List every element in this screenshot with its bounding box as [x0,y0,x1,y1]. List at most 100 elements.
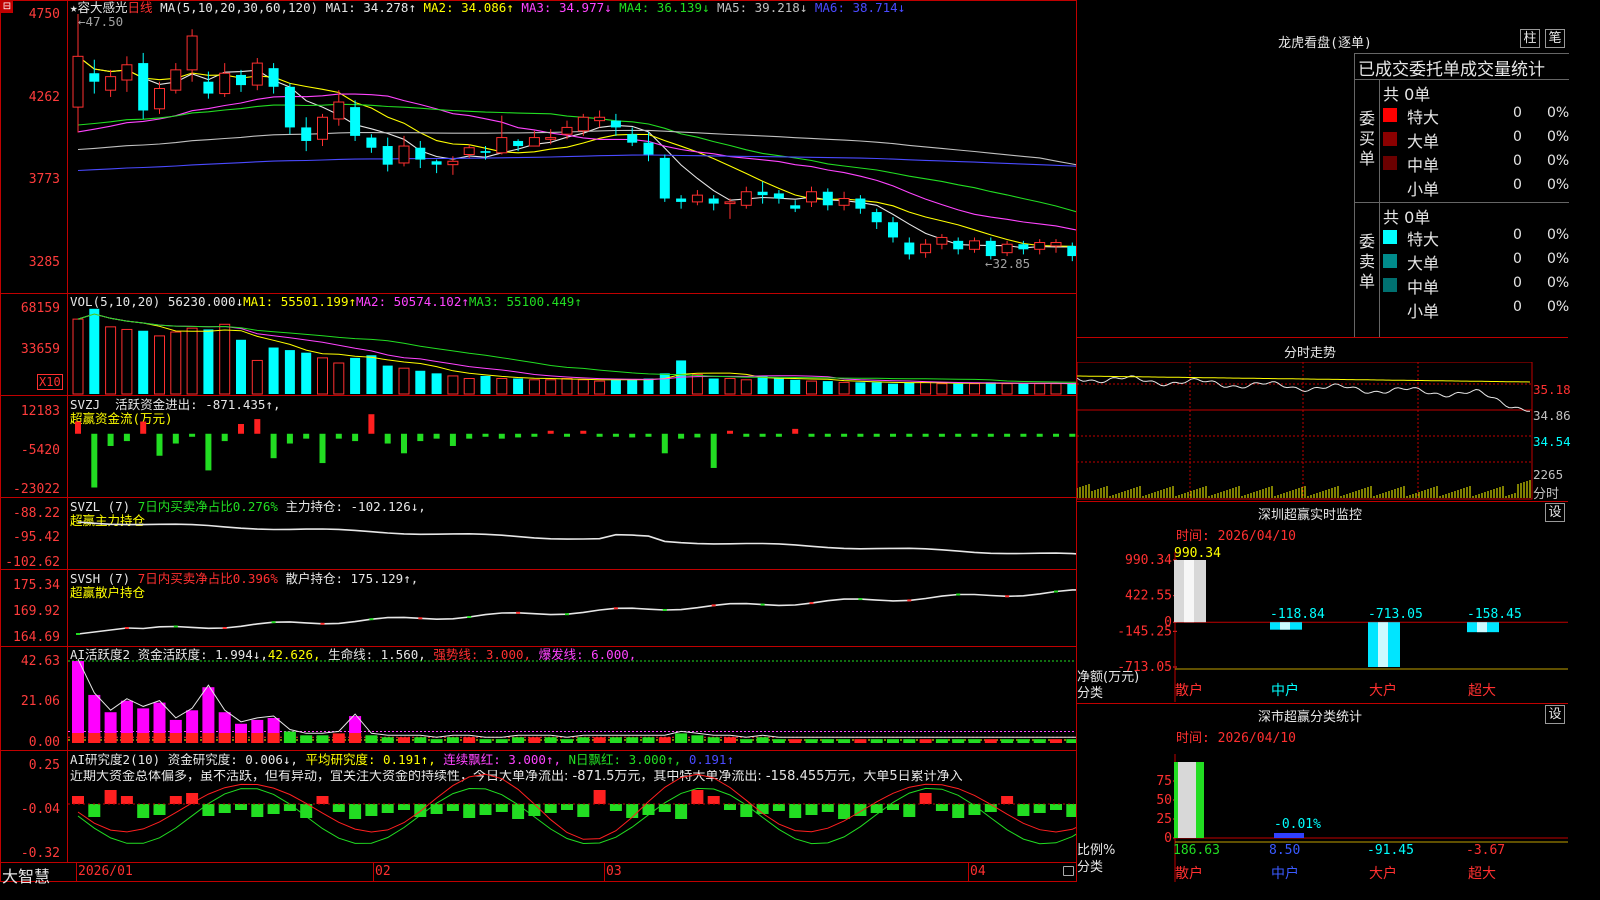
buy-total: 共 0单 [1383,85,1431,104]
volume-bar [545,379,557,395]
flow-bar [824,433,831,437]
candle-body [89,73,100,82]
order-row-buy-rows-0: 特大 0 0% [1383,104,1569,127]
retail-dot [662,609,667,611]
activity-bar [691,735,704,743]
research-bar [675,804,688,819]
activity-bar [1033,739,1046,743]
candle-body [301,127,312,141]
flow-bar [238,423,244,434]
research-bar [626,804,639,818]
flow-bar [286,433,293,444]
monitor-y-tick: -145.25 [1117,624,1172,639]
tick-mode-button[interactable]: 笔 [1545,29,1565,48]
candlestick-chart[interactable] [68,0,1076,293]
volume-bar [1067,383,1076,394]
research-bar [838,804,851,819]
candle-body [953,240,964,250]
research-bar [365,804,378,816]
capital-flow-chart[interactable] [68,396,1076,497]
flow-bar [75,421,81,434]
research-bar [544,804,557,813]
retail-dot [613,607,618,610]
classify-pct-label: -0.01% [1274,817,1321,832]
ai-activity-chart[interactable] [68,647,1076,750]
intraday-tick-1: 34.86 [1533,408,1571,423]
volume-bar [105,326,117,395]
sell-total: 共 0单 [1383,208,1431,227]
color-swatch [1383,278,1397,292]
intraday-chart[interactable] [1077,362,1568,500]
classify-category: 中户 [1271,865,1299,882]
candle-body [366,137,377,148]
classify-bar-chart[interactable]: 75 50 25 0 -0.01% 186.63 散户 8.50 中户 -91.45 大户 -3.67… [1077,742,1568,882]
activity-bar [789,739,802,743]
research-bar [381,804,394,813]
order-row-count: 0 [1513,177,1522,193]
candle-body [105,76,117,91]
volume-bar [904,382,915,394]
flow-bar [727,430,733,434]
order-row-count: 0 [1513,227,1522,243]
activity-bar [398,737,410,743]
classify-value: 8.50 [1269,843,1300,858]
corner-menu-button[interactable]: ⊟ [1,1,13,13]
volume-bar [969,383,980,395]
main-force-holding-chart[interactable] [68,498,1076,569]
research-bar [984,804,997,812]
research-bar [153,804,166,815]
ai-research-chart[interactable] [68,751,1076,862]
order-row-pct: 0% [1547,129,1570,145]
research-bar [218,804,231,813]
candle-body [186,35,198,71]
activity-bar [1017,739,1030,743]
activity-bar [870,739,883,743]
flow-bar [922,433,929,437]
retail-dot [809,602,814,605]
brand-logo: 大智慧 [2,867,51,886]
retail-holding-chart[interactable] [68,570,1076,646]
candle-body [888,222,898,238]
order-row-sell-rows-2: 中单 0 0% [1383,274,1569,297]
research-bar [120,796,133,804]
activity-bar-base [349,733,362,743]
monitor-category: 大户 [1369,682,1397,699]
classify-settings-button[interactable]: 设 [1545,705,1565,724]
candle-body [251,62,263,86]
order-row-buy-rows-2: 中单 0 0% [1383,152,1569,175]
classify-value: 186.63 [1173,843,1220,858]
color-swatch [1383,180,1397,194]
y-tick-svzj-2: -23022 [13,482,60,497]
research-bar [691,790,704,804]
flow-bar [107,433,114,446]
activity-bar [479,739,492,743]
volume-bar [513,378,524,394]
monitor-title: 深圳超赢实时监控 [1257,508,1362,523]
activity-bar [772,739,785,743]
flow-bar [694,433,701,438]
classify-category: 大户 [1369,865,1397,882]
research-bar [202,804,215,816]
retail-dot [271,621,276,624]
candle-body [985,240,996,257]
monitor-bar-chart[interactable]: 990.34422.550-145.25-713.05990.34散户-118.… [1077,540,1568,702]
bar-mode-button[interactable]: 柱 [1520,29,1540,48]
candle-body [790,205,801,209]
volume-chart[interactable] [68,294,1076,395]
candle-body [236,74,246,86]
candle-body [1034,242,1046,250]
research-bar [495,804,508,812]
volume-bar [203,329,214,394]
flow-bar [906,433,913,437]
monitor-settings-button[interactable]: 设 [1545,503,1565,522]
lock-icon[interactable] [1063,866,1074,876]
research-bar [72,796,84,804]
activity-bar [593,737,606,743]
monitor-bar-highlight [1378,622,1388,667]
classify-top-border [1077,703,1568,704]
volume-bar [888,383,898,394]
volume-bar [463,378,475,395]
order-buy-sell-divider [1355,202,1569,203]
y-tick-main-1: 4262 [28,90,60,105]
flow-bar [140,421,147,434]
